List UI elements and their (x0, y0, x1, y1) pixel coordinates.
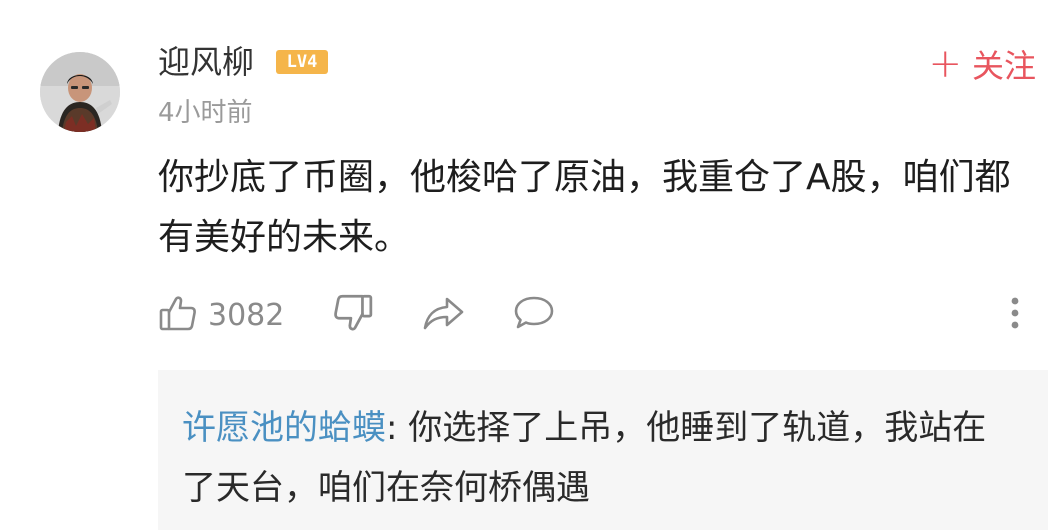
reply-preview[interactable]: 许愿池的蛤蟆: 你选择了上吊，他睡到了轨道，我站在了天台，咱们在奈何桥偶遇 (158, 370, 1048, 530)
level-badge: LV4 (276, 50, 328, 74)
comment-icon (512, 293, 556, 337)
comment-timestamp: 4小时前 (158, 98, 253, 128)
comment-actions: 3082 (158, 292, 1038, 338)
username[interactable]: 迎风柳 (158, 40, 254, 84)
comment-text: 你抄底了币圈，他梭哈了原油，我重仓了A股，咱们都有美好的未来。 (158, 157, 1011, 258)
thumbs-up-icon (158, 293, 198, 337)
like-count: 3082 (208, 297, 285, 333)
more-options-button[interactable] (1008, 292, 1022, 338)
thumbs-down-icon (332, 292, 374, 338)
reply-content: 许愿池的蛤蟆: 你选择了上吊，他睡到了轨道，我站在了天台，咱们在奈何桥偶遇 (182, 398, 1012, 518)
share-button[interactable] (422, 292, 466, 338)
reply-author[interactable]: 许愿池的蛤蟆 (182, 408, 386, 448)
reply-button[interactable] (512, 292, 556, 338)
dislike-button[interactable] (332, 292, 374, 338)
plus-icon: + (928, 41, 962, 87)
like-button[interactable]: 3082 (158, 292, 284, 338)
avatar[interactable] (40, 52, 120, 132)
follow-label: 关注 (971, 47, 1036, 85)
follow-button[interactable]: + 关注 (928, 42, 1036, 86)
avatar-image (40, 52, 120, 132)
more-vertical-icon (1008, 293, 1022, 337)
share-icon (422, 293, 466, 337)
reply-separator: : (386, 408, 409, 448)
